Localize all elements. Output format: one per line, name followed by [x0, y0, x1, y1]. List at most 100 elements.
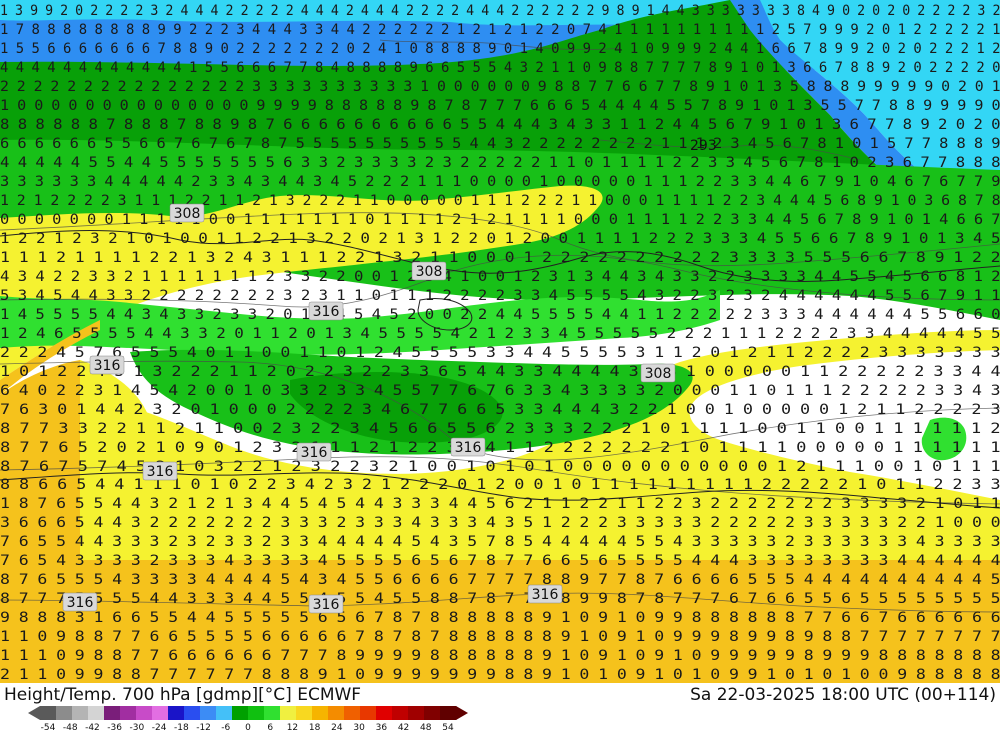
grid-row: 8 7 6 5 5 5 4 3 3 3 3 4 4 4 4 5 4 3 4 5 …	[0, 572, 1000, 588]
legend-tick-label: 48	[420, 723, 432, 733]
grid-row: 0 0 0 0 0 0 0 1 1 1 1 1 0 0 1 1 1 1 1 1 …	[0, 212, 1000, 228]
svg-text:308: 308	[416, 264, 443, 280]
grid-row: 8 8 8 8 8 8 7 8 8 8 7 8 8 9 8 7 6 6 6 6 …	[0, 117, 1000, 133]
legend-tick-label: -48	[62, 723, 78, 733]
legend-swatch	[264, 706, 281, 720]
legend-swatch	[376, 706, 393, 720]
grid-row: 8 7 7 3 3 2 2 1 1 2 1 1 0 0 2 3 2 2 3 4 …	[0, 421, 1000, 437]
grid-row: 2 2 2 4 5 7 6 5 5 5 4 0 1 1 0 0 1 1 0 1 …	[0, 345, 1000, 361]
map-title: Height/Temp. 700 hPa [gdmp][°C] ECMWF	[4, 685, 362, 705]
legend-swatch	[200, 706, 217, 720]
legend-tick-label: 30	[353, 723, 365, 733]
map-canvas: 1 3 9 9 2 0 2 2 2 2 3 2 4 4 4 2 2 2 2 2 …	[0, 0, 1000, 683]
grid-row: 8 7 7 7 5 5 5 5 4 4 3 3 3 4 4 5 5 4 5 5 …	[0, 591, 1000, 607]
contour-label: 316	[142, 461, 178, 481]
grid-row: 9 8 8 8 3 1 6 6 5 5 4 4 5 5 5 5 5 6 5 6 …	[0, 610, 1000, 626]
svg-text:316: 316	[313, 597, 340, 613]
grid-row: 6 6 6 6 6 6 5 5 6 6 7 6 7 6 7 8 7 5 5 5 …	[0, 136, 1000, 152]
legend-tick-label: 24	[331, 723, 343, 733]
legend-swatch	[232, 706, 249, 720]
legend-tick-label: 42	[397, 723, 410, 733]
grid-row: 1 5 5 6 6 6 6 6 6 6 7 8 8 9 0 2 2 2 2 2 …	[0, 41, 1000, 57]
svg-text:316: 316	[67, 595, 94, 611]
legend-swatch	[152, 706, 169, 720]
legend-tick-label: 12	[286, 723, 299, 733]
grid-row: 5 3 4 5 4 4 3 3 2 2 2 2 2 2 2 2 3 2 3 1 …	[0, 288, 1000, 304]
legend-tick-label: 36	[375, 723, 388, 733]
legend-swatch	[168, 706, 185, 720]
grid-row: 1 0 0 0 0 0 0 0 0 0 0 0 0 0 0 9 9 9 9 8 …	[0, 98, 1000, 114]
grid-row: 1 8 7 6 5 5 4 4 3 2 1 2 1 3 4 4 5 4 5 4 …	[0, 496, 1000, 512]
legend-swatch	[408, 706, 425, 720]
grid-row: 1 0 1 2 2 4 5 1 3 2 2 2 1 1 2 0 2 2 3 2 …	[0, 364, 1000, 380]
grid-row: 2 2 2 2 2 2 2 2 2 2 2 2 2 2 2 3 3 3 3 3 …	[0, 79, 1000, 95]
contour-label: 316	[308, 301, 344, 321]
legend-tick-label: -18	[173, 723, 189, 733]
legend-tick-label: -42	[85, 723, 100, 733]
grid-row: 3 3 3 3 3 3 4 4 4 4 4 2 3 3 4 3 4 4 3 4 …	[0, 174, 1000, 190]
weather-map: 1 3 9 9 2 0 2 2 2 2 3 2 4 4 4 2 2 2 2 2 …	[0, 0, 1000, 683]
legend-swatch	[440, 706, 457, 720]
legend-swatch	[280, 706, 297, 720]
legend-tick-label: -24	[151, 723, 167, 733]
legend-swatch	[72, 706, 89, 720]
legend-tick-label: 18	[308, 723, 321, 733]
legend-swatch	[104, 706, 121, 720]
legend-swatch	[216, 706, 233, 720]
svg-text:316: 316	[455, 440, 482, 456]
grid-row: 4 3 4 2 2 3 3 2 1 1 1 1 1 1 1 2 3 3 2 2 …	[0, 269, 1000, 285]
contour-label: 308	[411, 261, 447, 281]
legend-tick-label: -54	[40, 723, 56, 733]
svg-text:308: 308	[174, 206, 201, 222]
legend-swatch	[136, 706, 153, 720]
legend-swatch	[312, 706, 329, 720]
highlight-label: 293	[690, 138, 717, 154]
grid-row: 7 6 3 0 1 4 4 2 3 2 0 1 0 0 0 2 2 2 2 3 …	[0, 402, 1000, 418]
legend-swatch	[56, 706, 73, 720]
legend-swatch	[40, 706, 57, 720]
grid-row: 4 4 4 4 4 5 5 4 4 5 5 5 5 5 5 5 6 3 3 2 …	[0, 155, 1000, 171]
map-datetime: Sa 22-03-2025 18:00 UTC (00+114)	[690, 685, 996, 705]
contour-label: 316	[62, 592, 98, 612]
grid-row: 1 4 5 5 5 5 4 4 3 4 3 3 2 3 3 2 0 1 6 4 …	[0, 307, 1000, 323]
legend-swatch	[296, 706, 313, 720]
grid-row: 7 6 5 5 4 4 3 3 3 2 3 2 3 3 2 3 3 4 4 4 …	[0, 534, 1000, 550]
legend-swatch	[344, 706, 361, 720]
svg-text:316: 316	[532, 587, 559, 603]
footer: Height/Temp. 700 hPa [gdmp][°C] ECMWF Sa…	[0, 683, 1000, 733]
grid-row: 1 1 0 9 8 8 7 7 6 6 5 5 5 5 6 6 6 6 6 7 …	[0, 629, 1000, 645]
legend-tick-label: -30	[129, 723, 145, 733]
grid-row: 1 2 2 1 2 3 2 1 0 1 0 0 1 1 2 2 1 3 2 2 …	[0, 231, 1000, 247]
legend-tick-label: -12	[196, 723, 211, 733]
contour-label: 316	[450, 437, 486, 457]
grid-row: 3 6 6 6 5 4 4 3 2 2 2 2 2 2 2 3 3 3 2 3 …	[0, 515, 1000, 531]
legend-tick-label: -36	[107, 723, 123, 733]
legend-swatch	[88, 706, 105, 720]
grid-row: 1 2 1 2 2 2 2 3 1 1 1 2 2 1 1 2 1 3 2 2 …	[0, 193, 1000, 209]
legend-tick-label: -6	[221, 723, 231, 733]
legend-tick-label: 54	[442, 723, 454, 733]
svg-text:308: 308	[645, 366, 672, 382]
grid-row: 1 3 9 9 2 0 2 2 2 2 3 2 4 4 4 2 2 2 2 2 …	[0, 3, 1000, 19]
grid-row: 2 1 1 0 9 9 8 8 7 7 7 7 7 7 8 8 8 9 1 0 …	[0, 667, 1000, 683]
contour-label: 316	[89, 355, 125, 375]
svg-text:316: 316	[147, 464, 174, 480]
legend-swatch	[328, 706, 345, 720]
svg-text:316: 316	[301, 445, 328, 461]
contour-label: 316	[308, 594, 344, 614]
legend-swatch	[424, 706, 441, 720]
contour-label: 316	[296, 442, 332, 462]
legend-arrow-left	[28, 706, 40, 720]
contour-label: 316	[527, 584, 563, 604]
legend-tick-label: 0	[245, 723, 251, 733]
contour-label: 308	[640, 363, 676, 383]
grid-row: 1 1 1 0 9 8 8 7 7 6 6 6 6 6 6 7 7 7 8 9 …	[0, 648, 1000, 664]
legend-tick-label: 6	[267, 723, 274, 733]
legend-swatch	[248, 706, 265, 720]
svg-text:316: 316	[94, 358, 121, 374]
grid-row: 6 4 0 2 2 3 1 4 5 4 2 0 0 1 0 3 3 2 3 3 …	[0, 383, 1000, 399]
grid-row: 1 1 1 2 1 1 1 1 2 2 1 3 2 4 3 1 1 1 2 2 …	[0, 250, 1000, 266]
grid-row: 8 7 7 6 5 2 0 2 1 0 9 0 1 2 3 2 1 1 1 2 …	[0, 440, 1000, 456]
color-legend	[28, 706, 468, 720]
grid-row: 4 4 4 4 4 4 4 4 4 4 4 4 1 5 5 6 6 6 7 7 …	[0, 60, 1000, 76]
